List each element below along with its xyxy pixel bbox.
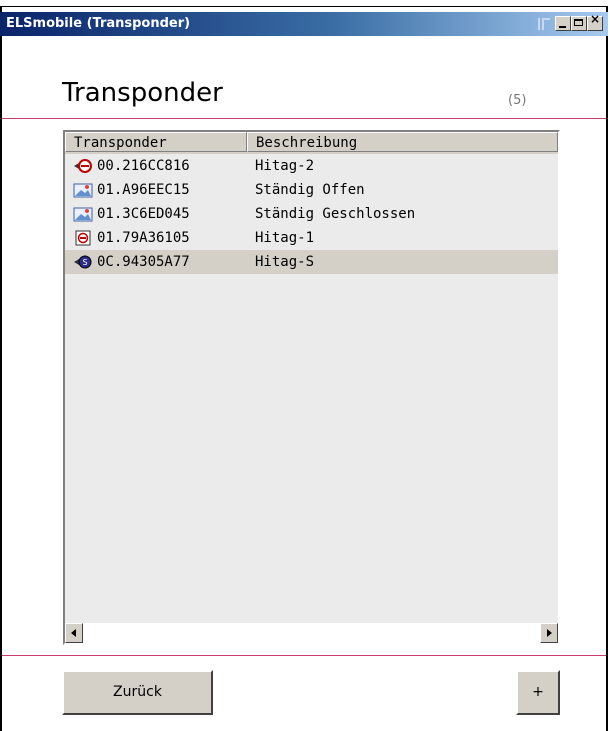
window-title: ELSmobile (Transponder)	[6, 16, 191, 31]
list-rows: 00.216CC816 Hitag-2 01.A96EEC15 Ständig Off…	[65, 154, 558, 274]
scrollbar-track[interactable]	[83, 623, 540, 643]
transponder-key-blue-icon: S	[73, 254, 93, 270]
top-divider	[2, 118, 606, 119]
transponder-description: Hitag-1	[255, 230, 315, 246]
item-count: (5)	[508, 93, 527, 108]
transponder-list[interactable]: Transponder Beschreibung 00.216CC816 Hita…	[63, 130, 560, 645]
transponder-id: 01.A96EEC15	[97, 182, 190, 198]
picture-icon	[73, 182, 93, 198]
transponder-id: 01.79A36105	[97, 230, 190, 246]
transponder-card-icon	[73, 230, 93, 246]
bottom-divider	[2, 655, 606, 656]
list-row[interactable]: 00.216CC816 Hitag-2	[65, 154, 558, 178]
transponder-key-red-icon	[73, 158, 93, 174]
scroll-left-button[interactable]	[65, 623, 83, 643]
list-row[interactable]: S 0C.94305A77 Hitag-S	[65, 250, 558, 274]
column-header-transponder[interactable]: Transponder	[65, 132, 247, 152]
transponder-description: Hitag-2	[255, 158, 315, 174]
scroll-right-button[interactable]	[540, 623, 558, 643]
list-row[interactable]: 01.79A36105 Hitag-1	[65, 226, 558, 250]
title-bar[interactable]: ELSmobile (Transponder) ×	[0, 12, 608, 36]
svg-text:S: S	[82, 258, 87, 267]
add-button[interactable]: +	[516, 670, 560, 715]
list-row[interactable]: 01.3C6ED045 Ständig Geschlossen	[65, 202, 558, 226]
list-header: Transponder Beschreibung	[65, 132, 558, 154]
minimize-button[interactable]	[555, 16, 571, 31]
transponder-description: Ständig Offen	[255, 182, 365, 198]
back-button[interactable]: Zurück	[62, 670, 213, 715]
column-header-beschreibung[interactable]: Beschreibung	[247, 132, 558, 152]
list-row[interactable]: 01.A96EEC15 Ständig Offen	[65, 178, 558, 202]
close-icon: ×	[589, 12, 601, 26]
picture-icon	[73, 206, 93, 222]
close-button[interactable]: ×	[587, 12, 603, 31]
transponder-description: Hitag-S	[255, 254, 315, 270]
transponder-id: 00.216CC816	[97, 158, 190, 174]
restore-icon[interactable]	[536, 16, 550, 31]
transponder-description: Ständig Geschlossen	[255, 206, 416, 222]
transponder-id: 0C.94305A77	[97, 254, 190, 270]
horizontal-scrollbar[interactable]	[65, 623, 558, 643]
maximize-button[interactable]	[571, 16, 587, 31]
transponder-id: 01.3C6ED045	[97, 206, 190, 222]
page-title: Transponder	[62, 78, 223, 108]
